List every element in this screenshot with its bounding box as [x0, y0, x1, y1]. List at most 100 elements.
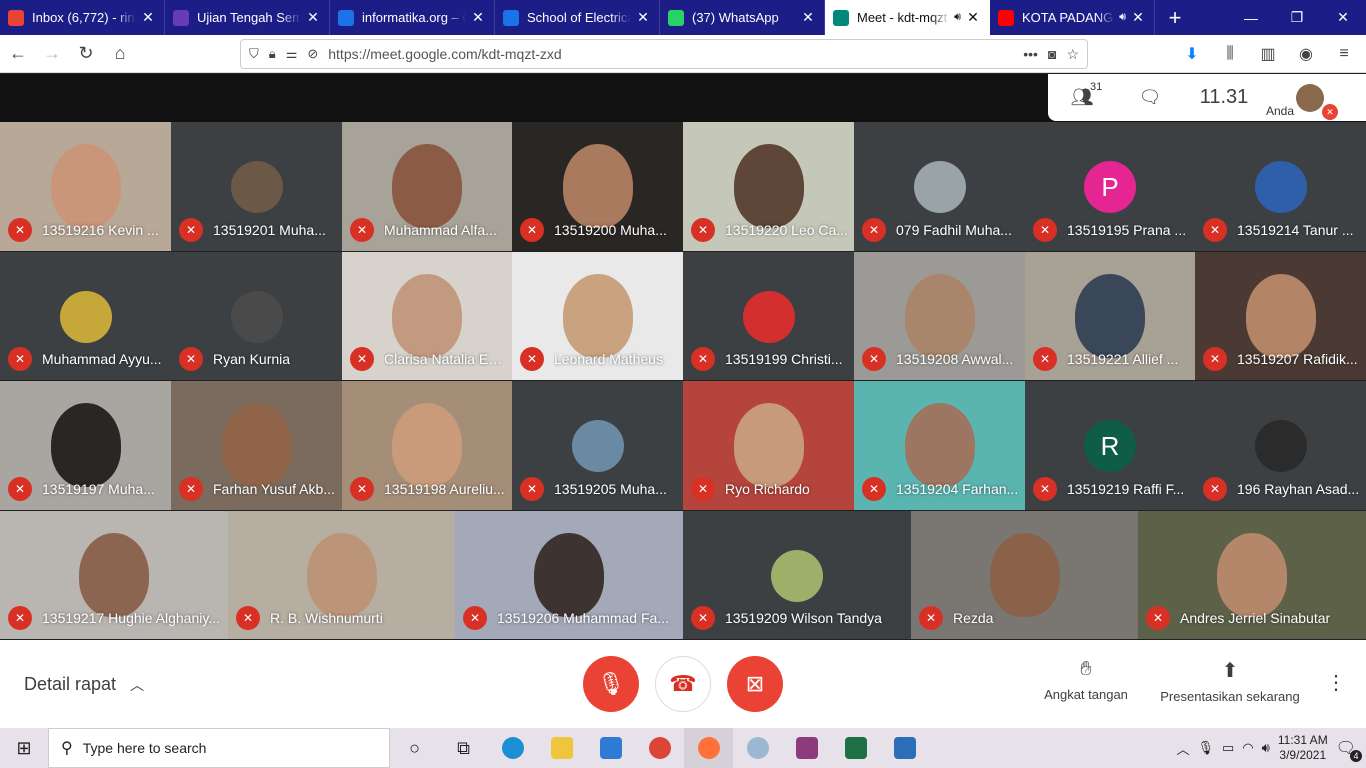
cortana-icon[interactable]: ○	[390, 728, 439, 768]
speaker-icon[interactable]: 🔊︎	[954, 11, 961, 24]
participant-tile[interactable]: ✕ Muhammad Ayyu...	[0, 252, 171, 380]
present-now-button[interactable]: ⬆︎ Presentasikan sekarang	[1155, 658, 1305, 704]
participant-tile[interactable]: ✕ 13519197 Muha...	[0, 381, 171, 510]
participant-tile[interactable]: ✕ 13519201 Muha...	[171, 122, 342, 251]
participant-tile[interactable]: ✕ 13519204 Farhan...	[854, 381, 1025, 510]
chevron-up-icon[interactable]: ︿	[1177, 739, 1190, 758]
browser-tab[interactable]: informatika.org – C ✕	[330, 0, 495, 35]
menu-icon[interactable]: ≡	[1328, 38, 1360, 70]
taskbar-search-box[interactable]: ⚲ Type here to search	[48, 728, 390, 768]
camera-toggle-button[interactable]: ⊠	[727, 656, 783, 712]
close-tab-icon[interactable]: ✕	[965, 9, 981, 26]
participant-tile[interactable]: ✕ Ryan Kurnia	[171, 252, 342, 380]
participant-tile[interactable]: ✕ 13519217 Hughie Alghaniy...	[0, 511, 228, 639]
people-button[interactable]: 👥︎ 31	[1048, 81, 1116, 108]
meeting-details-button[interactable]: Detail rapat ︿	[24, 674, 144, 695]
participant-tile[interactable]: ✕ Rezda	[911, 511, 1138, 639]
new-tab-button[interactable]: +	[1155, 0, 1195, 35]
participant-tile[interactable]: ✕ 13519200 Muha...	[512, 122, 683, 251]
downloads-icon[interactable]: ⬇	[1176, 38, 1208, 70]
microphone-icon[interactable]: 🎙︎	[1198, 740, 1215, 756]
self-view[interactable]: Anda ✕	[1264, 74, 1340, 121]
wifi-icon[interactable]: ◠	[1242, 740, 1253, 756]
edge-icon[interactable]	[488, 728, 537, 768]
chat-button[interactable]: 🗨︎	[1116, 87, 1184, 108]
chrome-icon[interactable]	[635, 728, 684, 768]
taskbar-clock[interactable]: 11:31 AM 3/9/2021	[1278, 733, 1328, 763]
url-text[interactable]: https://meet.google.com/kdt-mqzt-zxd	[328, 46, 1013, 62]
photos-icon[interactable]	[880, 728, 929, 768]
participant-tile[interactable]: ✕ 13519220 Leo Ca...	[683, 122, 854, 251]
microphone-toggle-button[interactable]: 🎙︎	[583, 656, 639, 712]
participant-tile[interactable]: ✕ 13519198 Aureliu...	[342, 381, 512, 510]
url-bar[interactable]: ⛉ 🔒︎ ⚌ ⊘ https://meet.google.com/kdt-mqz…	[240, 39, 1088, 69]
close-window-icon[interactable]: ✕	[1320, 0, 1366, 35]
reload-icon[interactable]: ↻	[70, 38, 102, 70]
close-tab-icon[interactable]: ✕	[140, 9, 156, 26]
excel-icon[interactable]	[831, 728, 880, 768]
paint-icon[interactable]	[733, 728, 782, 768]
close-tab-icon[interactable]: ✕	[1130, 9, 1146, 26]
close-tab-icon[interactable]: ✕	[305, 9, 321, 26]
account-icon[interactable]: ◉	[1290, 38, 1322, 70]
participant-tile[interactable]: ✕ 13519221 Allief ...	[1025, 252, 1195, 380]
camera-blocked-icon[interactable]: ⊘	[307, 46, 318, 62]
forward-icon[interactable]: →	[36, 38, 68, 70]
pocket-icon[interactable]: ◙	[1048, 46, 1056, 62]
tab-title: Ujian Tengah Semes	[197, 10, 301, 25]
firefox-icon[interactable]	[684, 728, 733, 768]
participant-tile[interactable]: ✕ 13519207 Rafidik...	[1195, 252, 1366, 380]
browser-tab[interactable]: Ujian Tengah Semes ✕	[165, 0, 330, 35]
participant-tile[interactable]: ✕ 196 Rayhan Asad...	[1195, 381, 1366, 510]
browser-tab[interactable]: KOTA PADANG K 🔊︎ ✕	[990, 0, 1155, 35]
more-options-icon[interactable]: ⋮	[1326, 670, 1346, 695]
participant-tile[interactable]: ✕ 13519216 Kevin ...	[0, 122, 171, 251]
sidebar-icon[interactable]: ▥	[1252, 38, 1284, 70]
file-explorer-icon[interactable]	[537, 728, 586, 768]
participant-tile[interactable]: ✕ 13519205 Muha...	[512, 381, 683, 510]
volume-icon[interactable]: 🔊︎	[1262, 740, 1270, 756]
back-icon[interactable]: ←	[2, 38, 34, 70]
participant-tile[interactable]: ✕ R. B. Wishnumurti	[228, 511, 455, 639]
home-icon[interactable]: ⌂	[104, 38, 136, 70]
participant-tile[interactable]: ✕ Clarisa Natalia Ed...	[342, 252, 512, 380]
participant-tile[interactable]: ✕ 13519199 Christi...	[683, 252, 854, 380]
participant-tile[interactable]: ✕ 13519214 Tanur ...	[1195, 122, 1366, 251]
windows-start-icon[interactable]: ⊞	[0, 738, 48, 759]
lock-icon[interactable]: 🔒︎	[269, 46, 276, 62]
close-tab-icon[interactable]: ✕	[635, 9, 651, 26]
participant-tile[interactable]: ✕ 13519206 Muhammad Fa...	[455, 511, 683, 639]
browser-tab[interactable]: (37) WhatsApp ✕	[660, 0, 825, 35]
winrar-icon[interactable]	[782, 728, 831, 768]
participant-tile[interactable]: ✕ Leonard Matheus	[512, 252, 683, 380]
battery-icon[interactable]: ▭	[1222, 740, 1234, 756]
meeting-clock: 11.31	[1199, 86, 1249, 108]
page-actions-icon[interactable]: •••	[1023, 46, 1038, 62]
raise-hand-button[interactable]: ✋︎ Angkat tangan	[1036, 658, 1136, 702]
bookmark-star-icon[interactable]: ☆	[1066, 46, 1079, 63]
browser-tab[interactable]: Inbox (6,772) - rinal ✕	[0, 0, 165, 35]
participant-tile[interactable]: P ✕ 13519195 Prana ...	[1025, 122, 1195, 251]
task-view-icon[interactable]: ⧉	[439, 728, 488, 768]
close-tab-icon[interactable]: ✕	[800, 9, 816, 26]
permissions-icon[interactable]: ⚌	[286, 46, 298, 62]
participant-tile[interactable]: ✕ Andres Jerriel Sinabutar	[1138, 511, 1366, 639]
browser-tab[interactable]: School of Electrical ✕	[495, 0, 660, 35]
participant-tile[interactable]: ✕ Ryo Richardo	[683, 381, 854, 510]
participant-tile[interactable]: ✕ 13519209 Wilson Tandya	[683, 511, 911, 639]
library-icon[interactable]: ⫼	[1214, 38, 1246, 70]
notification-center-icon[interactable]: 🗨︎ 4	[1336, 738, 1362, 762]
participant-tile[interactable]: ✕ Muhammad Alfa...	[342, 122, 512, 251]
restore-icon[interactable]: ❐	[1274, 0, 1320, 35]
participant-tile[interactable]: ✕ Farhan Yusuf Akb...	[171, 381, 342, 510]
participant-tile[interactable]: R ✕ 13519219 Raffi F...	[1025, 381, 1195, 510]
participant-tile[interactable]: ✕ 13519208 Awwal...	[854, 252, 1025, 380]
browser-tab[interactable]: Meet - kdt-mqzt 🔊︎ ✕	[825, 0, 990, 35]
participant-tile[interactable]: ✕ 079 Fadhil Muha...	[854, 122, 1025, 251]
mail-icon[interactable]	[586, 728, 635, 768]
leave-call-button[interactable]: ☎︎	[655, 656, 711, 712]
minimize-icon[interactable]: —	[1228, 0, 1274, 35]
close-tab-icon[interactable]: ✕	[470, 9, 486, 26]
speaker-icon[interactable]: 🔊︎	[1119, 11, 1126, 24]
shield-icon[interactable]: ⛉	[249, 46, 259, 62]
